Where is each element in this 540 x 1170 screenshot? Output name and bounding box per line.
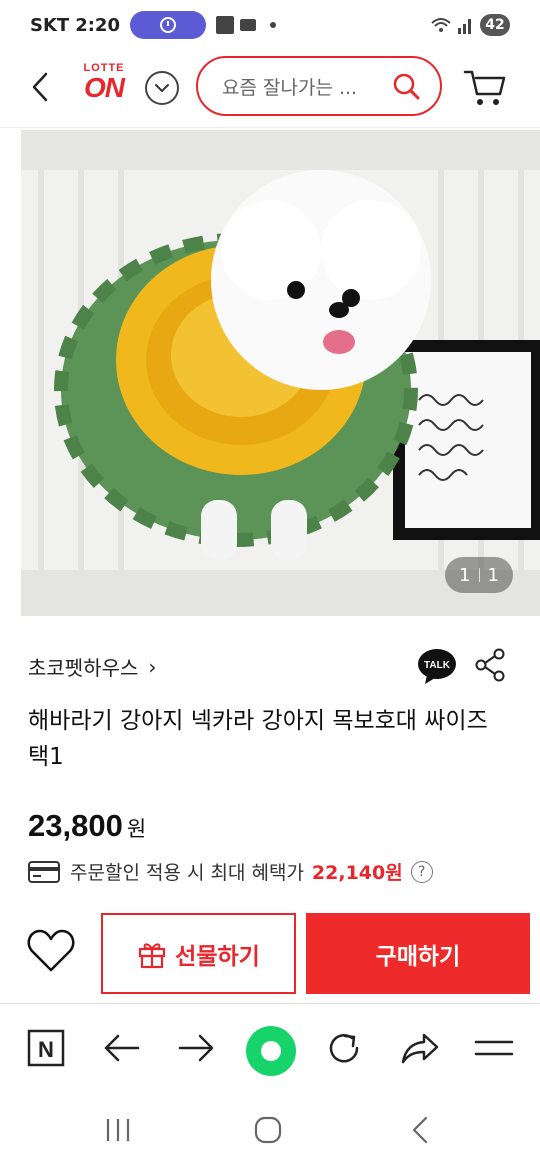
image-counter-current: 1 (459, 564, 471, 586)
gift-label: 선물하기 (175, 943, 260, 970)
browser-forward-button[interactable] (174, 1026, 218, 1070)
system-back-icon (412, 1116, 428, 1144)
home-button[interactable] (248, 1114, 288, 1146)
lotte-on-logo[interactable]: LOTTE ON (74, 62, 134, 112)
arrow-right-icon (178, 1034, 214, 1062)
image-counter-separator (478, 568, 480, 582)
recent-apps-button[interactable] (98, 1114, 138, 1146)
search-icon[interactable] (386, 66, 426, 106)
benefit-amount: 22,140원 (311, 862, 403, 884)
home-icon (254, 1116, 282, 1144)
wishlist-button[interactable] (26, 928, 76, 974)
gift-button[interactable]: 선물하기 (101, 913, 296, 994)
heart-icon (27, 929, 75, 972)
green-dot-icon (261, 1041, 281, 1061)
naver-icon: N (27, 1029, 65, 1067)
stopwatch-icon (129, 11, 206, 39)
cart-icon (463, 70, 506, 105)
buy-button[interactable]: 구매하기 (306, 913, 530, 994)
notification-icon (215, 16, 234, 34)
share-icon (475, 648, 505, 682)
search-placeholder: 요즘 잘나가는 ... (222, 76, 358, 99)
gift-icon (139, 942, 166, 968)
share-arrow-icon (401, 1033, 439, 1064)
back-button[interactable] (26, 70, 56, 104)
benefit-row: 주문할인 적용 시 최대 혜택가 22,140원 ? (28, 858, 433, 885)
green-dot-button[interactable] (246, 1026, 296, 1076)
back-icon (32, 72, 48, 102)
app-header: LOTTE ON 요즘 잘나가는 ... (0, 52, 540, 128)
system-navigation-bar (0, 1092, 540, 1170)
browser-toolbar: N (0, 1004, 540, 1092)
system-back-button[interactable] (400, 1114, 440, 1146)
talk-button[interactable]: TALK (417, 647, 457, 685)
benefit-text: 주문할인 적용 시 최대 혜택가 (70, 862, 304, 884)
refresh-icon (329, 1034, 359, 1063)
clock: 2:20 (75, 14, 120, 36)
search-input[interactable]: 요즘 잘나가는 ... (196, 56, 442, 116)
status-bar: SKT 2:20 42 (0, 0, 540, 50)
recent-apps-icon (106, 1119, 130, 1141)
naver-home-button[interactable]: N (24, 1026, 68, 1070)
carrier-label: SKT (30, 14, 70, 36)
talk-label: TALK (424, 660, 451, 671)
cart-button[interactable] (462, 66, 508, 108)
buy-label: 구매하기 (375, 943, 461, 970)
chevron-down-icon (155, 84, 169, 93)
menu-dropdown-button[interactable] (145, 71, 179, 105)
price-value: 23,800 (28, 808, 123, 843)
product-image[interactable] (21, 130, 540, 616)
more-notifications-icon (269, 22, 276, 28)
chevron-right-icon: › (148, 654, 157, 679)
voicemail-icon (239, 19, 256, 31)
product-price: 23,800 원 (28, 808, 146, 844)
wifi-signal-icon (431, 18, 471, 34)
price-currency: 원 (126, 817, 147, 841)
battery-indicator: 42 (480, 14, 510, 36)
card-icon (28, 860, 60, 883)
image-counter-total: 1 (487, 564, 499, 586)
seller-name: 초코펫하우스 (28, 656, 139, 680)
browser-back-button[interactable] (100, 1026, 144, 1070)
share-button[interactable] (474, 648, 506, 682)
refresh-button[interactable] (322, 1026, 366, 1070)
naver-label: N (38, 1037, 54, 1062)
menu-icon (474, 1040, 514, 1056)
image-counter: 1 1 (445, 557, 513, 593)
help-icon[interactable]: ? (410, 860, 433, 883)
logo-bottom-text: ON (84, 72, 125, 103)
seller-link[interactable]: 초코펫하우스 › (28, 652, 156, 681)
browser-share-button[interactable] (398, 1026, 442, 1070)
product-title: 해바라기 강아지 넥카라 강아지 목보호대 싸이즈 택1 (28, 708, 488, 770)
talk-icon: TALK (418, 649, 456, 684)
browser-menu-button[interactable] (472, 1026, 516, 1070)
arrow-left-icon (104, 1034, 140, 1062)
